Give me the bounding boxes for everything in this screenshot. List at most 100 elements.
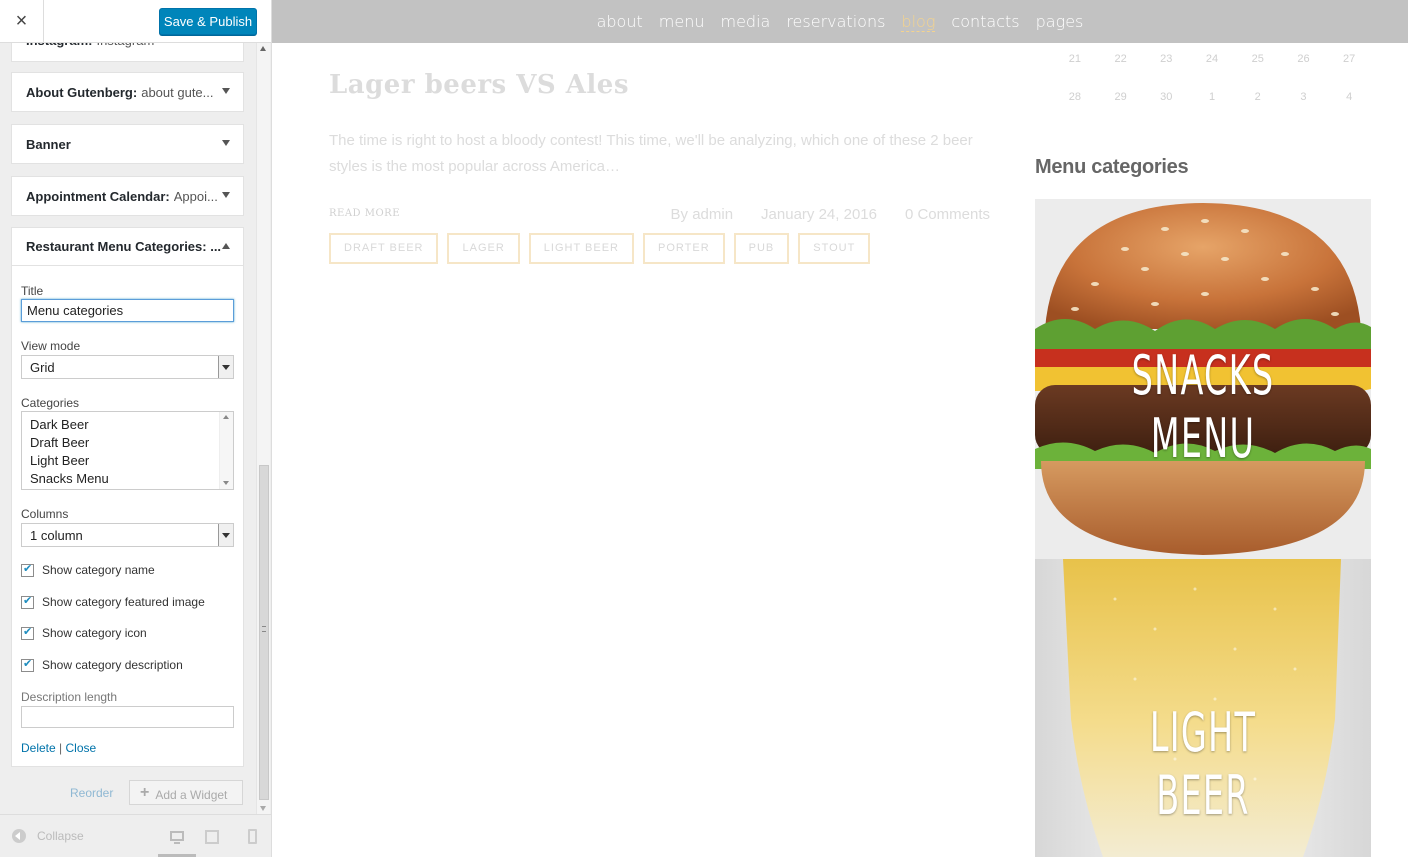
scrollbar-thumb[interactable] xyxy=(259,465,269,800)
chevron-down-icon xyxy=(222,140,230,146)
category-tile-light-beer[interactable]: LIGHT BEER xyxy=(1035,559,1371,857)
customizer-sidebar: Instagram: Instagram × Save & Publish Ab… xyxy=(0,0,272,857)
checkbox-label: Show category icon xyxy=(42,626,147,640)
calendar-day[interactable]: 1 xyxy=(1189,91,1235,103)
category-option[interactable]: Draft Beer xyxy=(22,434,233,452)
calendar-widget: 21 22 23 24 25 26 27 28 29 30 1 2 3 4 xyxy=(1052,40,1372,116)
scroll-up-icon xyxy=(223,415,229,419)
add-widget-button[interactable]: + Add a Widget xyxy=(129,780,243,805)
panel-banner[interactable]: Banner xyxy=(11,124,244,164)
show-category-icon-checkbox[interactable]: Show category icon xyxy=(21,625,147,640)
panel-appointment-calendar[interactable]: Appointment Calendar: Appoi... xyxy=(11,176,244,216)
categories-label: Categories xyxy=(21,396,80,410)
category-name: LIGHT BEER xyxy=(1149,701,1257,827)
nav-reservations[interactable]: reservations xyxy=(786,12,885,31)
tag-stout[interactable]: STOUT xyxy=(798,233,871,264)
checkbox-checked-icon xyxy=(21,562,34,577)
post-tags: DRAFT BEER LAGER LIGHT BEER PORTER PUB S… xyxy=(329,233,871,264)
calendar-day[interactable]: 28 xyxy=(1052,91,1098,103)
panel-title: Banner xyxy=(26,136,71,152)
calendar-day[interactable]: 22 xyxy=(1098,53,1144,65)
grip-icon xyxy=(262,626,266,632)
save-publish-button[interactable]: Save & Publish xyxy=(159,8,257,35)
tag-lager[interactable]: LAGER xyxy=(447,233,520,264)
close-icon: × xyxy=(15,10,28,32)
calendar-day[interactable]: 30 xyxy=(1143,91,1189,103)
tablet-icon[interactable] xyxy=(205,830,219,844)
chevron-down-icon xyxy=(222,192,230,198)
calendar-day[interactable]: 27 xyxy=(1326,53,1372,65)
nav-pages[interactable]: pages xyxy=(1036,12,1084,31)
sidebar-scrollbar[interactable] xyxy=(256,43,270,814)
collapse-arrow-icon xyxy=(12,829,26,843)
view-mode-value: Grid xyxy=(30,360,55,375)
close-button[interactable]: × xyxy=(0,0,44,43)
desktop-stand xyxy=(174,842,180,844)
mobile-icon[interactable] xyxy=(248,829,257,844)
category-option[interactable]: Dark Beer xyxy=(22,416,233,434)
category-option[interactable]: Light Beer xyxy=(22,452,233,470)
columns-select[interactable]: 1 column xyxy=(21,523,234,547)
calendar-day[interactable]: 26 xyxy=(1281,53,1327,65)
category-option[interactable]: Snacks Menu xyxy=(22,470,233,488)
nav-blog[interactable]: blog xyxy=(901,12,936,32)
panel-about-gutenberg[interactable]: About Gutenberg: about gute... xyxy=(11,72,244,112)
reorder-link[interactable]: Reorder xyxy=(70,786,113,800)
calendar-row: 21 22 23 24 25 26 27 xyxy=(1052,40,1372,78)
category-name: SNACKS MENU xyxy=(1131,344,1275,470)
post-author[interactable]: By admin xyxy=(671,206,734,223)
scroll-up-icon xyxy=(260,46,266,51)
calendar-day[interactable]: 23 xyxy=(1143,53,1189,65)
show-category-description-checkbox[interactable]: Show category description xyxy=(21,657,183,672)
nav-about[interactable]: about xyxy=(597,12,643,31)
chevron-down-icon xyxy=(218,524,233,546)
plus-icon: + xyxy=(140,784,150,801)
checkbox-label: Show category featured image xyxy=(42,595,205,609)
calendar-day[interactable]: 2 xyxy=(1235,91,1281,103)
calendar-day[interactable]: 4 xyxy=(1326,91,1372,103)
post-excerpt: The time is right to host a bloody conte… xyxy=(329,132,973,175)
listbox-scrollbar[interactable] xyxy=(219,412,233,489)
calendar-day[interactable]: 21 xyxy=(1052,53,1098,65)
description-length-input[interactable] xyxy=(21,706,234,728)
desktop-icon xyxy=(170,831,184,841)
panel-title: About Gutenberg: xyxy=(26,84,138,100)
chevron-down-icon xyxy=(218,356,233,378)
category-tile-snacks[interactable]: SNACKS MENU xyxy=(1035,199,1371,559)
close-link[interactable]: Close xyxy=(66,741,97,755)
tag-light-beer[interactable]: LIGHT BEER xyxy=(528,233,634,264)
top-navigation: about menu media reservations blog conta… xyxy=(272,0,1408,43)
checkbox-checked-icon xyxy=(21,657,34,672)
post-title[interactable]: Lager beers VS Ales xyxy=(329,70,629,100)
delete-link[interactable]: Delete xyxy=(21,741,56,755)
tag-draft-beer[interactable]: DRAFT BEER xyxy=(329,233,439,264)
view-mode-select[interactable]: Grid xyxy=(21,355,234,379)
chevron-up-icon xyxy=(222,243,230,249)
show-category-name-checkbox[interactable]: Show category name xyxy=(21,562,155,577)
scroll-down-icon xyxy=(260,806,266,811)
customizer-footer: Collapse xyxy=(0,814,271,857)
scroll-down-icon xyxy=(223,481,229,485)
columns-label: Columns xyxy=(21,507,69,521)
calendar-day[interactable]: 29 xyxy=(1098,91,1144,103)
categories-listbox[interactable]: Dark Beer Draft Beer Light Beer Snacks M… xyxy=(21,411,234,490)
nav-contacts[interactable]: contacts xyxy=(951,12,1019,31)
device-desktop-button[interactable] xyxy=(158,815,196,857)
tag-pub[interactable]: PUB xyxy=(733,233,790,264)
add-widget-label: Add a Widget xyxy=(155,788,228,802)
post-comments[interactable]: 0 Comments xyxy=(905,206,990,223)
calendar-day[interactable]: 25 xyxy=(1235,53,1281,65)
show-category-featured-image-checkbox[interactable]: Show category featured image xyxy=(21,594,205,609)
chevron-down-icon xyxy=(222,88,230,94)
panel-header[interactable]: Restaurant Menu Categories: ... xyxy=(12,228,243,266)
checkbox-checked-icon xyxy=(21,625,34,640)
calendar-day[interactable]: 3 xyxy=(1281,91,1327,103)
read-more-link[interactable]: READ MORE xyxy=(329,208,400,219)
tag-porter[interactable]: PORTER xyxy=(643,233,725,264)
calendar-day[interactable]: 24 xyxy=(1189,53,1235,65)
title-input[interactable]: Menu categories xyxy=(21,299,234,322)
panel-title: Appointment Calendar: xyxy=(26,188,170,204)
nav-menu[interactable]: menu xyxy=(659,12,705,31)
nav-media[interactable]: media xyxy=(720,12,770,31)
collapse-button[interactable]: Collapse xyxy=(12,829,84,843)
